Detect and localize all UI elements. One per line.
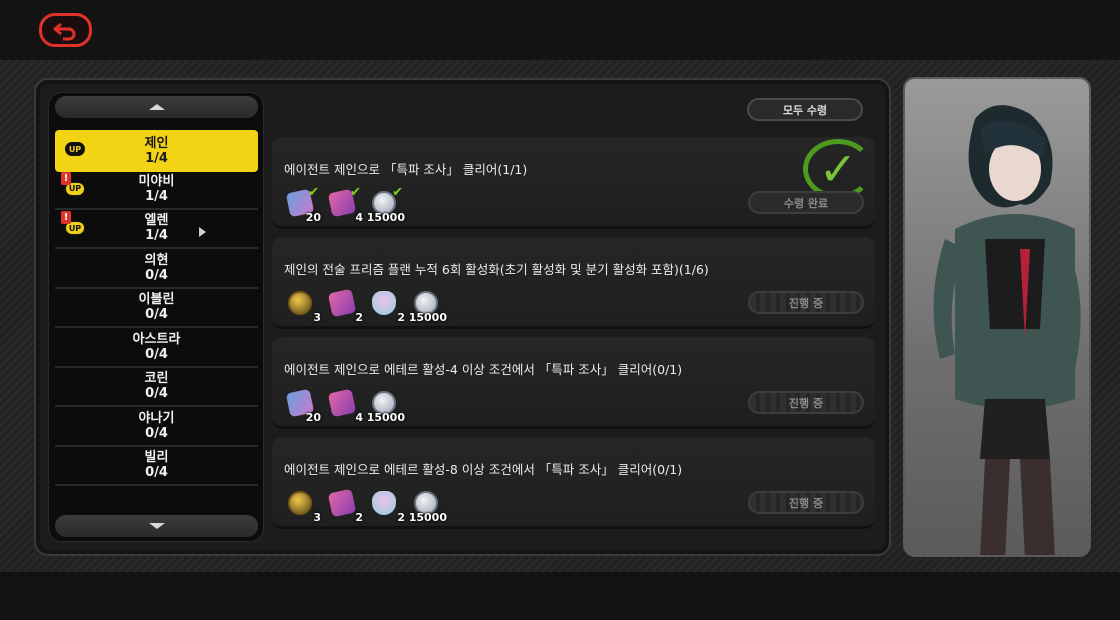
bottom-bar (0, 572, 1120, 620)
in-progress-button[interactable]: 진행 중 (748, 391, 864, 414)
agent-progress: 1/4 (145, 151, 168, 166)
in-progress-button[interactable]: 진행 중 (748, 291, 864, 314)
reward-quantity: 4 (355, 411, 363, 424)
mission-title: 제인의 전술 프리즘 플랜 누적 6회 활성화(초기 활성화 및 분기 활성화 … (284, 262, 709, 277)
reward-item[interactable]: 3 (284, 289, 321, 324)
agent-progress: 1/4 (145, 188, 168, 204)
agent-portrait (903, 77, 1091, 557)
agent-progress: 0/4 (145, 386, 168, 401)
agent-progress: 1/4 (145, 228, 168, 243)
reward-quantity: 15000 (408, 511, 447, 524)
alert-icon: ! (61, 171, 71, 185)
reward-quantity: 2 (397, 511, 405, 524)
reward-item[interactable]: 2 (326, 288, 363, 324)
reward-item[interactable]: 15000 (367, 389, 405, 424)
claimed-check-icon: ✔ (392, 185, 403, 200)
pointer-cursor-icon (199, 227, 206, 237)
agent-name: 빌리 (144, 450, 169, 465)
mission-title: 에이전트 제인으로 「특파 조사」 클리어(1/1) (284, 162, 528, 177)
up-badge-icon: UP (65, 142, 85, 156)
card-icon (327, 388, 357, 418)
arrow-down-icon (148, 523, 165, 529)
agent-name: 아스트라 (132, 331, 181, 347)
agent-name: 의현 (144, 252, 169, 268)
agent-item[interactable]: 이블린 0/4 (55, 288, 258, 328)
agent-progress: 0/4 (145, 425, 168, 441)
mission-card: 에이전트 제인으로 에테르 활성-8 이상 조건에서 「특파 조사」 클리어(0… (272, 437, 875, 529)
mission-card: 제인의 전술 프리즘 플랜 누적 6회 활성화(초기 활성화 및 분기 활성화 … (272, 237, 875, 329)
claimed-status-button[interactable]: 수령 완료 (748, 191, 864, 214)
card-icon (327, 288, 357, 318)
reward-item[interactable]: 2 (326, 488, 363, 524)
alert-icon: ! (61, 211, 71, 224)
reward-list: 3 2 2 15000 (284, 488, 447, 524)
agent-portrait-jane (933, 105, 1081, 555)
agent-name: 야나기 (138, 410, 175, 426)
agent-name: 미야비 (138, 173, 175, 189)
mission-title: 에이전트 제인으로 에테르 활성-4 이상 조건에서 「특파 조사」 클리어(0… (284, 362, 683, 377)
arrow-up-icon (148, 104, 165, 110)
reward-item[interactable]: 2 (368, 489, 405, 524)
completed-check-icon: ✓ (803, 139, 873, 199)
agent-item[interactable]: 아스트라 0/4 (55, 328, 258, 368)
reward-list: 20 4 15000 (284, 388, 405, 424)
agent-item[interactable]: UP! 미야비 1/4 (55, 170, 258, 210)
reward-quantity: 2 (355, 311, 363, 324)
reward-quantity: 20 (305, 411, 321, 424)
mission-title: 에이전트 제인으로 에테르 활성-8 이상 조건에서 「특파 조사」 클리어(0… (284, 462, 683, 477)
agent-name: 이블린 (138, 292, 175, 307)
top-bar (0, 0, 1120, 60)
in-progress-button[interactable]: 진행 중 (748, 491, 864, 514)
reward-item[interactable]: ✔ 15000 (367, 185, 405, 224)
reward-item[interactable]: 2 (368, 289, 405, 324)
back-button[interactable] (39, 13, 92, 47)
claimed-check-icon: ✔ (308, 185, 319, 200)
agent-item[interactable]: 빌리 0/4 (55, 446, 258, 486)
agent-item[interactable]: 코린 0/4 (55, 367, 258, 407)
reward-quantity: 3 (313, 511, 321, 524)
agent-name: 엘렌 (144, 213, 169, 228)
star-medal-icon (288, 491, 312, 515)
reward-quantity: 4 (355, 211, 363, 224)
reward-quantity: 15000 (408, 311, 447, 324)
back-arrow-icon (53, 22, 75, 41)
card-icon (327, 488, 357, 518)
reward-item[interactable]: 15000 (409, 489, 447, 524)
agent-name: 제인 (144, 136, 169, 151)
reward-quantity: 15000 (366, 411, 405, 424)
reward-quantity: 2 (397, 311, 405, 324)
agent-item[interactable]: UP! 엘렌 1/4 (55, 209, 258, 249)
agent-progress: 0/4 (145, 307, 168, 322)
reward-quantity: 20 (305, 211, 321, 224)
claimed-check-icon: ✔ (350, 185, 361, 200)
reward-item[interactable]: 15000 (409, 289, 447, 324)
agent-item[interactable]: 야나기 0/4 (55, 407, 258, 447)
agent-progress: 0/4 (145, 267, 168, 283)
reward-list: ✔ 20 ✔ 4 ✔ 15000 (284, 185, 405, 224)
potion-icon (372, 291, 396, 315)
reward-item[interactable]: 20 (284, 388, 321, 424)
agent-progress: 0/4 (145, 465, 168, 480)
scroll-down-button[interactable] (55, 515, 258, 537)
reward-quantity: 15000 (366, 211, 405, 224)
reward-item[interactable]: 3 (284, 489, 321, 524)
agent-progress: 0/4 (145, 346, 168, 362)
reward-item[interactable]: ✔ 20 (284, 185, 321, 224)
claim-all-button[interactable]: 모두 수령 (747, 98, 863, 121)
mission-card: 에이전트 제인으로 「특파 조사」 클리어(1/1) ✔ 20 ✔ 4 ✔ 15… (272, 137, 875, 229)
reward-item[interactable]: ✔ 4 (326, 185, 363, 224)
mission-card: 에이전트 제인으로 에테르 활성-4 이상 조건에서 「특파 조사」 클리어(0… (272, 337, 875, 429)
reward-item[interactable]: 4 (326, 388, 363, 424)
agent-name: 코린 (144, 371, 169, 386)
agent-item[interactable]: UP 제인 1/4 (55, 130, 258, 172)
star-medal-icon (288, 291, 312, 315)
reward-quantity: 2 (355, 511, 363, 524)
potion-icon (372, 491, 396, 515)
reward-list: 3 2 2 15000 (284, 288, 447, 324)
agent-item[interactable]: 의현 0/4 (55, 249, 258, 289)
scroll-up-button[interactable] (55, 96, 258, 118)
reward-quantity: 3 (313, 311, 321, 324)
